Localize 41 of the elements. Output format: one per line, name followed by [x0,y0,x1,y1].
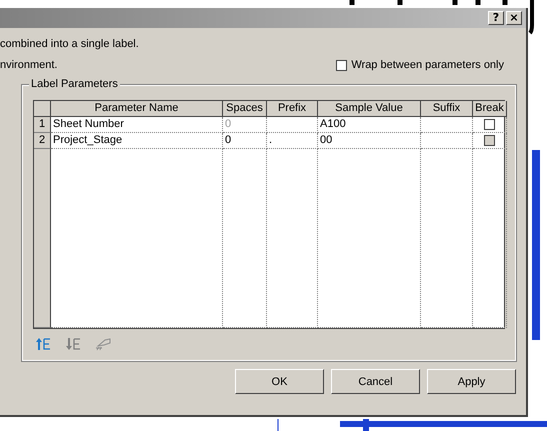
table-cell[interactable] [421,133,473,149]
table-cell[interactable]: A100 [318,117,421,133]
table-cell[interactable]: 00 [318,133,421,149]
stroke-drawing [528,0,534,34]
row-header[interactable] [34,149,51,328]
column-header[interactable]: Break [473,101,507,117]
table-cell[interactable]: Project_Stage [51,133,223,149]
dialog-button[interactable]: Apply [427,369,516,394]
checkbox[interactable] [336,60,348,70]
empty-cell[interactable] [223,149,267,328]
column-header[interactable]: Prefix [267,101,318,117]
column-header[interactable]: Parameter Name [51,101,223,117]
empty-cell[interactable] [473,149,507,328]
dialog-button[interactable]: Cancel [331,369,420,394]
group-title: Label Parameters [29,78,120,90]
table-cell[interactable]: Sheet Number [51,117,223,133]
empty-cell[interactable] [318,149,421,328]
close-button[interactable]: × [506,11,522,25]
move-down-icon[interactable] [65,337,81,351]
column-header[interactable]: Sample Value [318,101,421,117]
table-cell[interactable]: 0 [223,133,267,149]
description-text: combined into a single label. [0,38,139,50]
table-cell[interactable] [421,117,473,133]
edit-icon[interactable] [95,337,111,351]
dialog-button[interactable]: OK [235,369,324,394]
table-cell[interactable]: . [267,133,318,149]
checkbox-label: Wrap between parameters only [351,59,504,71]
column-header[interactable]: Spaces [223,101,267,117]
help-button[interactable]: ? [488,11,504,25]
empty-cell[interactable] [51,149,223,328]
empty-cell[interactable] [421,149,473,328]
description-text: nvironment. [0,59,58,71]
table-cell[interactable] [473,117,507,133]
empty-cell[interactable] [267,149,318,328]
row-number[interactable]: 1 [34,117,51,133]
column-header[interactable]: Suffix [421,101,473,117]
table-cell[interactable] [473,133,507,149]
row-number[interactable]: 2 [34,133,51,149]
move-up-icon[interactable] [35,337,51,351]
table-cell[interactable] [267,117,318,133]
checkbox[interactable] [484,119,495,130]
